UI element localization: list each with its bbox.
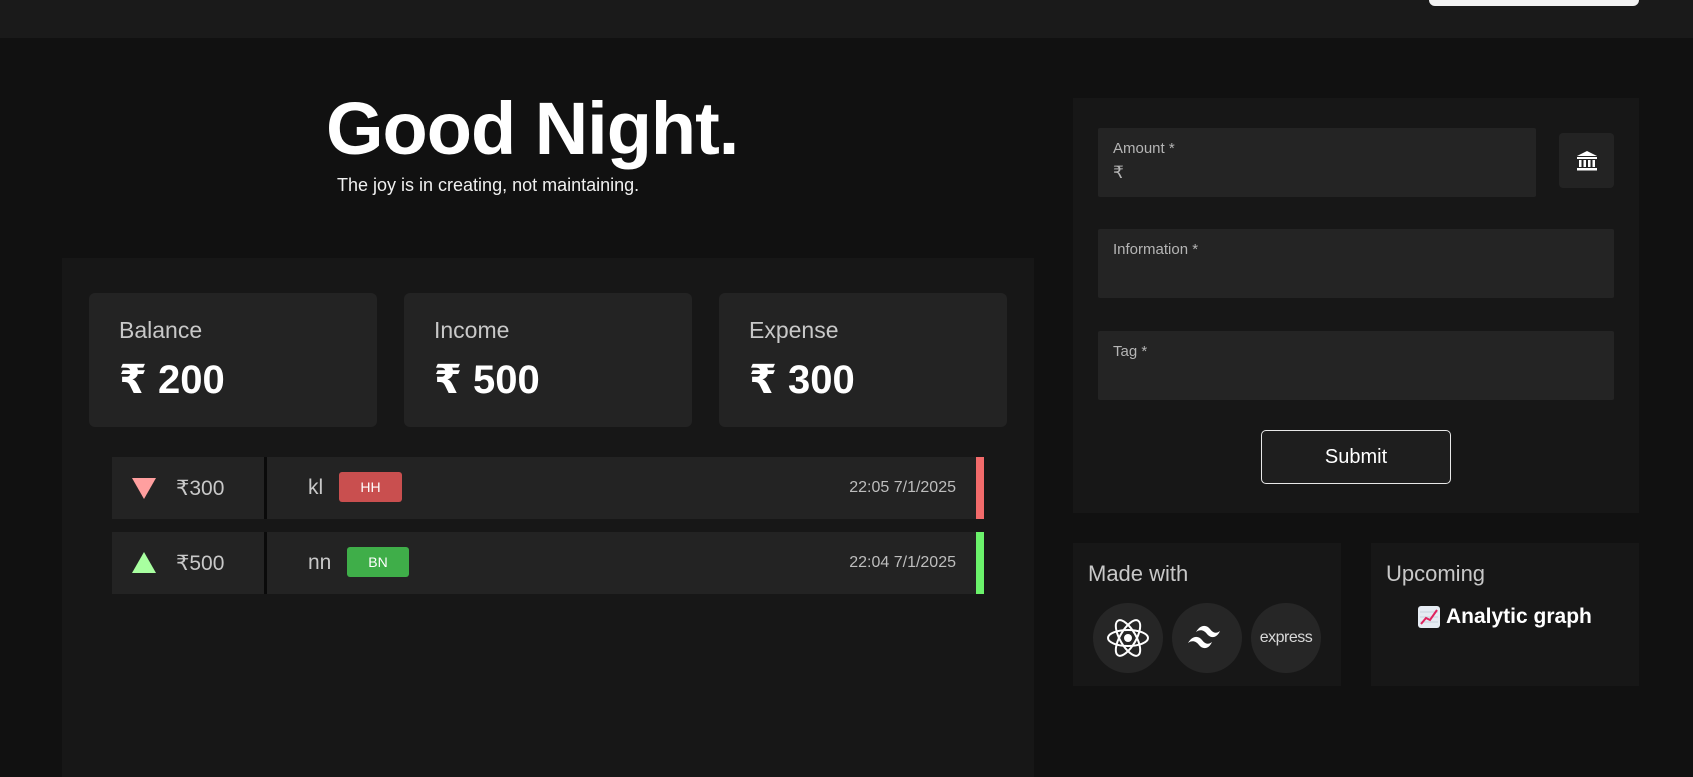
express-logo[interactable]: express xyxy=(1251,603,1321,673)
made-with-panel: Made with express xyxy=(1073,543,1341,686)
expense-arrow-icon xyxy=(132,478,156,499)
submit-button[interactable]: Submit xyxy=(1261,430,1451,484)
navbar-button[interactable] xyxy=(1429,0,1639,6)
tag-label: Tag * xyxy=(1113,343,1148,360)
tailwind-icon xyxy=(1188,625,1220,649)
income-card: Income ₹ 500 xyxy=(404,293,692,427)
upcoming-panel: Upcoming Analytic graph xyxy=(1371,543,1639,686)
expense-card: Expense ₹ 300 xyxy=(719,293,1007,427)
upcoming-item-label: Analytic graph xyxy=(1446,605,1592,628)
amount-prefix: ₹ xyxy=(1113,163,1124,182)
income-indicator-bar xyxy=(976,532,984,594)
transaction-amount: ₹500 xyxy=(176,552,225,575)
transaction-info: nn xyxy=(308,551,332,574)
bank-button[interactable] xyxy=(1559,133,1614,188)
information-field[interactable]: Information * xyxy=(1098,229,1614,298)
expense-label: Expense xyxy=(749,317,839,343)
income-arrow-icon xyxy=(132,552,156,573)
bank-icon xyxy=(1576,150,1597,170)
top-navbar xyxy=(0,0,1693,38)
income-label: Income xyxy=(434,317,510,343)
transaction-info: kl xyxy=(308,476,324,499)
react-logo[interactable] xyxy=(1093,603,1163,673)
tag-field[interactable]: Tag * xyxy=(1098,331,1614,400)
greeting-title: Good Night. xyxy=(326,87,739,170)
chart-increasing-icon xyxy=(1418,606,1440,628)
transaction-time: 22:04 7/1/2025 xyxy=(849,554,956,571)
amount-field[interactable]: Amount * ₹ xyxy=(1098,128,1536,197)
expense-indicator-bar xyxy=(976,457,984,519)
transaction-time: 22:05 7/1/2025 xyxy=(849,479,956,496)
upcoming-title: Upcoming xyxy=(1386,561,1486,586)
transaction-amount: ₹300 xyxy=(176,477,225,500)
transaction-row[interactable]: ₹500 nn BN 22:04 7/1/2025 xyxy=(112,532,984,594)
expense-value: ₹ 300 xyxy=(749,358,855,402)
express-label: express xyxy=(1259,629,1313,646)
balance-card: Balance ₹ 200 xyxy=(89,293,377,427)
income-value: ₹ 500 xyxy=(434,358,540,402)
information-label: Information * xyxy=(1113,241,1199,258)
transaction-divider xyxy=(264,457,267,519)
greeting-subtitle: The joy is in creating, not maintaining. xyxy=(337,175,640,195)
transaction-row[interactable]: ₹300 kl HH 22:05 7/1/2025 xyxy=(112,457,984,519)
balance-value: ₹ 200 xyxy=(119,358,225,402)
tailwind-logo[interactable] xyxy=(1172,603,1242,673)
upcoming-item: Analytic graph xyxy=(1418,605,1592,629)
amount-label: Amount * xyxy=(1113,140,1175,157)
transaction-tag: HH xyxy=(339,472,402,502)
transaction-tag: BN xyxy=(347,547,409,577)
made-with-title: Made with xyxy=(1088,561,1189,586)
transaction-divider xyxy=(264,532,267,594)
balance-label: Balance xyxy=(119,317,203,343)
react-icon xyxy=(1107,619,1149,657)
